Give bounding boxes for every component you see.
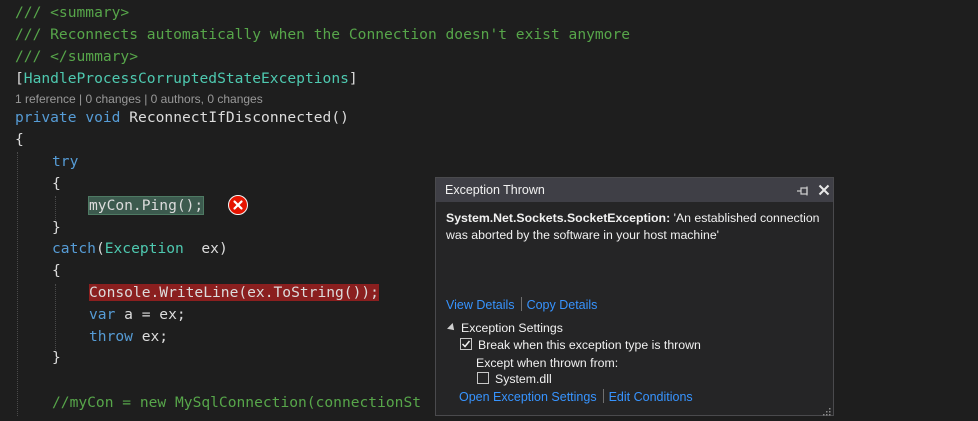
breakpoint-highlight: Console.WriteLine(ex.ToString());	[89, 284, 379, 301]
keyword-void: void	[85, 109, 121, 126]
keyword-throw: throw	[89, 328, 133, 345]
popup-title: Exception Thrown	[445, 183, 545, 197]
catch-line: catch(Exception ex)	[52, 238, 228, 260]
ping-statement-line: myCon.Ping();	[87, 195, 205, 217]
keyword-private: private	[15, 109, 77, 126]
copy-details-link[interactable]: Copy Details	[527, 298, 598, 312]
detail-links: View Details Copy Details	[446, 297, 597, 314]
keyword-try: try	[52, 153, 79, 170]
system-dll-row[interactable]: System.dll	[477, 371, 552, 387]
exception-type: System.Net.Sockets.SocketException:	[446, 211, 671, 225]
attr-open-bracket: [	[15, 70, 24, 87]
try-brace-close: }	[52, 219, 61, 236]
expand-triangle-icon	[447, 323, 457, 333]
indent-guide	[55, 284, 56, 350]
throw-rest: ex;	[132, 328, 169, 345]
current-statement-highlight: myCon.Ping();	[87, 196, 205, 215]
error-circle-icon[interactable]	[228, 195, 248, 215]
link-separator	[520, 297, 522, 311]
catch-variable: ex)	[183, 240, 228, 257]
attribute-name: HandleProcessCorruptedStateExceptions	[23, 70, 349, 87]
codelens-info[interactable]: 1 reference | 0 changes | 0 authors, 0 c…	[15, 89, 263, 109]
method-name: ReconnectIfDisconnected()	[129, 109, 349, 126]
catch-brace-close: }	[52, 349, 61, 366]
doc-comment-summary-open: /// <summary>	[15, 4, 130, 21]
commented-out-line: //myCon = new MySqlConnection(connection…	[52, 394, 422, 411]
except-when-label: Except when thrown from:	[476, 356, 619, 370]
doc-comment-summary-text: /// Reconnects automatically when the Co…	[15, 26, 631, 43]
exception-settings-toggle[interactable]: Exception Settings	[447, 320, 563, 336]
doc-comment-summary-close: /// </summary>	[15, 48, 139, 65]
link-separator	[602, 389, 604, 403]
popup-header: Exception Thrown	[436, 178, 833, 202]
break-when-thrown-label: Break when this exception type is thrown	[478, 338, 701, 352]
var-statement-line: var a = ex;	[89, 304, 186, 326]
settings-links: Open Exception Settings Edit Conditions	[459, 389, 693, 406]
keyword-catch: catch	[52, 240, 96, 257]
catch-type: Exception	[104, 240, 184, 257]
exception-settings-label: Exception Settings	[461, 321, 563, 335]
edit-conditions-link[interactable]: Edit Conditions	[609, 390, 693, 404]
var-rest: a = ex;	[115, 306, 186, 323]
break-when-thrown-checkbox[interactable]	[460, 338, 472, 350]
indent-guide	[17, 152, 18, 416]
open-exception-settings-link[interactable]: Open Exception Settings	[459, 390, 597, 404]
catch-paren-open: (	[95, 240, 105, 257]
break-when-thrown-row[interactable]: Break when this exception type is thrown	[460, 337, 701, 353]
exception-message: System.Net.Sockets.SocketException: 'An …	[446, 210, 826, 244]
view-details-link[interactable]: View Details	[446, 298, 515, 312]
method-signature-line: private void ReconnectIfDisconnected()	[15, 107, 349, 129]
catch-brace-open: {	[52, 262, 61, 279]
resize-grip-icon[interactable]	[821, 403, 831, 416]
writeline-statement-line: Console.WriteLine(ex.ToString());	[89, 282, 379, 304]
attribute-line: [HandleProcessCorruptedStateExceptions]	[15, 68, 358, 90]
system-dll-checkbox[interactable]	[477, 372, 489, 384]
keyword-var: var	[89, 306, 116, 323]
close-icon[interactable]	[817, 183, 831, 197]
try-brace-open: {	[52, 175, 61, 192]
pin-icon[interactable]	[796, 184, 810, 196]
attr-close-bracket: ]	[348, 70, 358, 87]
throw-statement-line: throw ex;	[89, 326, 168, 348]
system-dll-label: System.dll	[495, 372, 552, 386]
exception-popup: Exception Thrown System.Net.Sockets.Sock…	[435, 177, 834, 416]
method-brace-open: {	[15, 131, 24, 148]
